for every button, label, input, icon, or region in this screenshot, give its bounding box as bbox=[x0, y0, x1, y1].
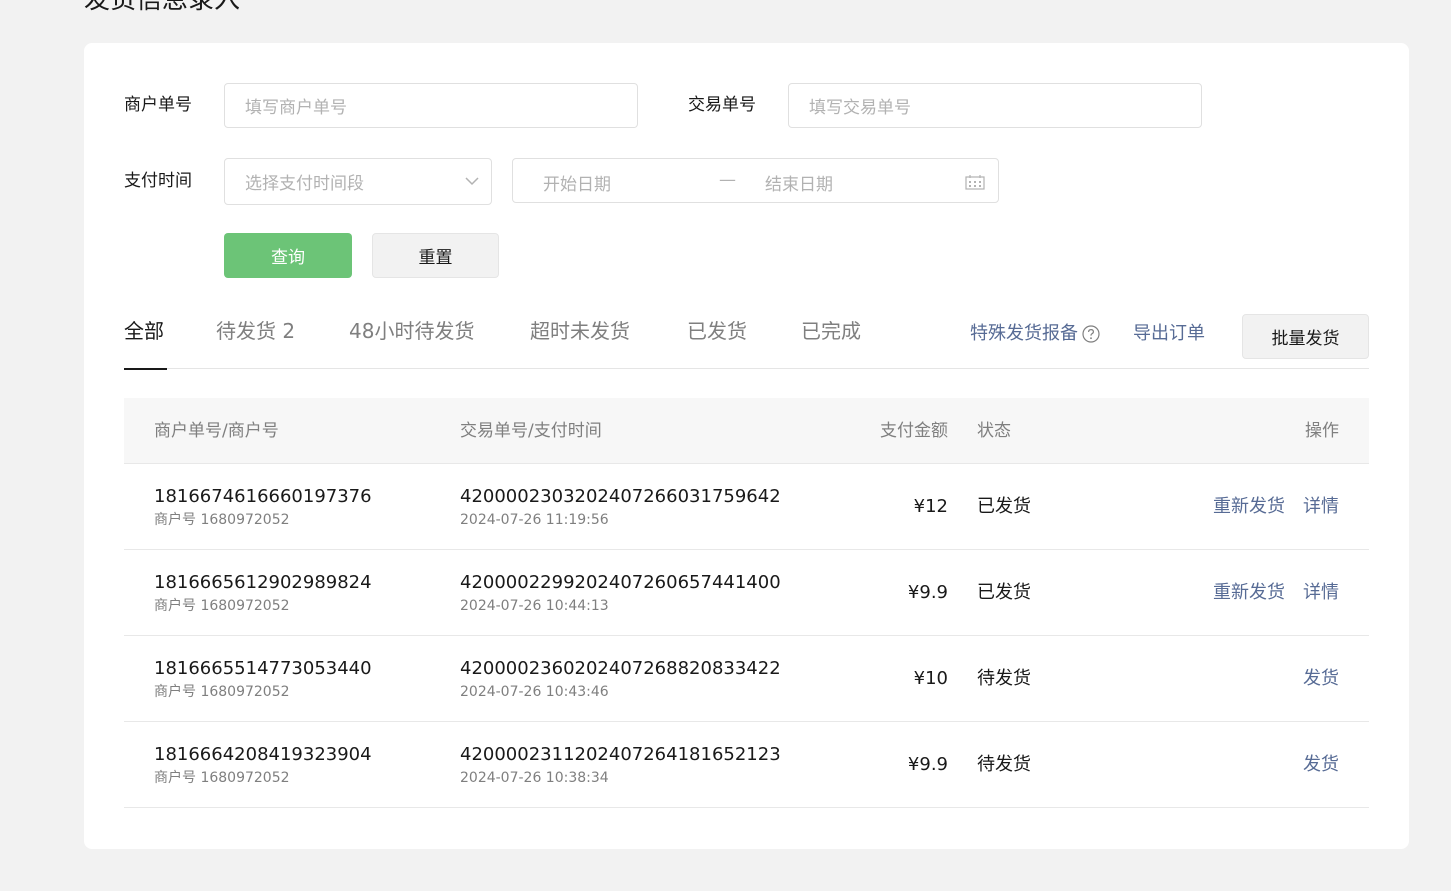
header-ops: 操作 bbox=[1305, 421, 1339, 441]
table-row: 1816664208419323904 商户号 1680972052 42000… bbox=[124, 722, 1369, 808]
detail-link[interactable]: 详情 bbox=[1303, 496, 1339, 518]
pay-amount: ¥10 bbox=[913, 668, 948, 689]
start-date-input[interactable]: 开始日期 bbox=[543, 170, 611, 195]
merchant-order-number: 1816674616660197376 bbox=[154, 486, 372, 507]
reship-link[interactable]: 重新发货 bbox=[1213, 496, 1285, 518]
tabs-divider bbox=[124, 368, 1369, 369]
tab-completed[interactable]: 已完成 bbox=[801, 319, 861, 343]
active-tab-indicator bbox=[124, 368, 167, 370]
table-row: 1816674616660197376 商户号 1680972052 42000… bbox=[124, 464, 1369, 550]
merchant-order-label: 商户单号 bbox=[124, 95, 192, 115]
merchant-id: 商户号 1680972052 bbox=[154, 598, 290, 614]
pay-amount: ¥9.9 bbox=[907, 582, 948, 603]
table-row: 1816665612902989824 商户号 1680972052 42000… bbox=[124, 550, 1369, 636]
pay-time: 2024-07-26 10:38:34 bbox=[460, 770, 609, 786]
table-row: 1816665514773053440 商户号 1680972052 42000… bbox=[124, 636, 1369, 722]
merchant-order-placeholder: 填写商户单号 bbox=[245, 98, 347, 118]
ship-link[interactable]: 发货 bbox=[1303, 754, 1339, 776]
trade-order-placeholder: 填写交易单号 bbox=[809, 98, 911, 118]
date-range-picker[interactable]: 开始日期 — 结束日期 bbox=[512, 158, 999, 203]
query-button[interactable]: 查询 bbox=[224, 233, 352, 278]
trade-order-input[interactable]: 填写交易单号 bbox=[788, 83, 1202, 128]
special-report-link[interactable]: 特殊发货报备 bbox=[970, 323, 1078, 345]
order-status: 待发货 bbox=[977, 668, 1031, 689]
detail-link[interactable]: 详情 bbox=[1303, 582, 1339, 604]
trade-order-number: 4200002360202407268820833422 bbox=[460, 658, 781, 679]
page-title: 发货信息录入 bbox=[84, 0, 241, 15]
merchant-order-number: 1816664208419323904 bbox=[154, 744, 372, 765]
order-status: 待发货 bbox=[977, 754, 1031, 775]
chevron-down-icon bbox=[465, 177, 479, 186]
trade-order-number: 4200002311202407264181652123 bbox=[460, 744, 781, 765]
order-status: 已发货 bbox=[977, 582, 1031, 603]
merchant-order-number: 1816665514773053440 bbox=[154, 658, 372, 679]
tab-48h-pending[interactable]: 48小时待发货 bbox=[349, 319, 474, 343]
header-status: 状态 bbox=[977, 421, 1011, 441]
merchant-id: 商户号 1680972052 bbox=[154, 512, 290, 528]
reship-link[interactable]: 重新发货 bbox=[1213, 582, 1285, 604]
order-status: 已发货 bbox=[977, 496, 1031, 517]
pay-time: 2024-07-26 11:19:56 bbox=[460, 512, 609, 528]
date-separator: — bbox=[719, 170, 736, 190]
calendar-icon[interactable] bbox=[965, 174, 985, 190]
trade-order-label: 交易单号 bbox=[688, 95, 756, 115]
pay-time-select[interactable]: 选择支付时间段 bbox=[224, 158, 492, 205]
pay-time-select-placeholder: 选择支付时间段 bbox=[245, 174, 364, 194]
pay-time: 2024-07-26 10:44:13 bbox=[460, 598, 609, 614]
help-icon[interactable] bbox=[1082, 325, 1100, 343]
batch-ship-button[interactable]: 批量发货 bbox=[1242, 314, 1369, 359]
header-merchant: 商户单号/商户号 bbox=[154, 421, 279, 441]
header-amount: 支付金额 bbox=[880, 421, 948, 441]
pay-time-label: 支付时间 bbox=[124, 171, 192, 191]
tab-overdue[interactable]: 超时未发货 bbox=[530, 319, 630, 343]
merchant-order-number: 1816665612902989824 bbox=[154, 572, 372, 593]
end-date-input[interactable]: 结束日期 bbox=[765, 170, 833, 195]
table-header: 商户单号/商户号 交易单号/支付时间 支付金额 状态 操作 bbox=[124, 398, 1369, 464]
merchant-order-input[interactable]: 填写商户单号 bbox=[224, 83, 638, 128]
trade-order-number: 4200002299202407260657441400 bbox=[460, 572, 781, 593]
pay-amount: ¥12 bbox=[913, 496, 948, 517]
tab-all[interactable]: 全部 bbox=[124, 319, 164, 343]
pay-time: 2024-07-26 10:43:46 bbox=[460, 684, 609, 700]
export-orders-link[interactable]: 导出订单 bbox=[1133, 323, 1205, 345]
reset-button[interactable]: 重置 bbox=[372, 233, 499, 278]
header-trade: 交易单号/支付时间 bbox=[460, 421, 602, 441]
tab-shipped[interactable]: 已发货 bbox=[687, 319, 747, 343]
merchant-id: 商户号 1680972052 bbox=[154, 770, 290, 786]
trade-order-number: 4200002303202407266031759642 bbox=[460, 486, 781, 507]
pay-amount: ¥9.9 bbox=[907, 754, 948, 775]
ship-link[interactable]: 发货 bbox=[1303, 668, 1339, 690]
merchant-id: 商户号 1680972052 bbox=[154, 684, 290, 700]
shipping-card: 商户单号 填写商户单号 交易单号 填写交易单号 支付时间 选择支付时间段 开始日… bbox=[84, 43, 1409, 849]
tab-pending[interactable]: 待发货 2 bbox=[216, 319, 295, 343]
